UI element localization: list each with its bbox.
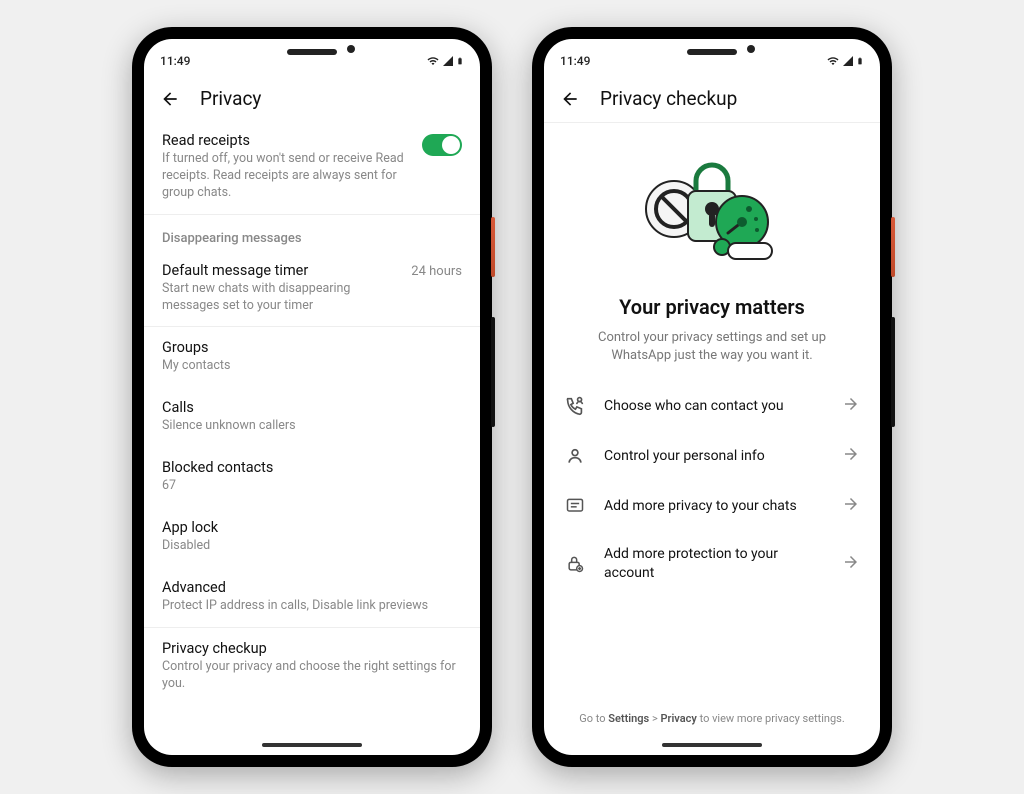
calls-sub: Silence unknown callers bbox=[162, 418, 462, 435]
setting-privacy-checkup[interactable]: Privacy checkup Control your privacy and… bbox=[144, 628, 480, 705]
calls-title: Calls bbox=[162, 399, 462, 416]
status-icons bbox=[826, 54, 864, 68]
groups-title: Groups bbox=[162, 339, 462, 356]
phone-privacy-settings: 11:49 Privacy Read receipts If turned of… bbox=[132, 27, 492, 767]
advanced-sub: Protect IP address in calls, Disable lin… bbox=[162, 598, 462, 615]
read-receipts-sub: If turned off, you won't send or receive… bbox=[162, 151, 410, 202]
timer-title: Default message timer bbox=[162, 262, 399, 279]
status-bar: 11:49 bbox=[544, 45, 880, 77]
chat-icon bbox=[564, 495, 586, 517]
back-button[interactable] bbox=[560, 89, 580, 109]
battery-icon bbox=[856, 54, 864, 68]
arrow-right-icon bbox=[842, 445, 860, 467]
option-chat-privacy[interactable]: Add more privacy to your chats bbox=[544, 481, 880, 531]
status-time: 11:49 bbox=[160, 54, 190, 68]
arrow-back-icon bbox=[560, 89, 580, 109]
hero-subtitle: Control your privacy settings and set up… bbox=[574, 329, 850, 365]
section-disappearing: Disappearing messages bbox=[144, 215, 480, 250]
setting-calls[interactable]: Calls Silence unknown callers bbox=[144, 387, 480, 447]
blocked-sub: 67 bbox=[162, 478, 462, 495]
option-contact[interactable]: Choose who can contact you bbox=[544, 381, 880, 431]
back-button[interactable] bbox=[160, 89, 180, 109]
status-icons bbox=[426, 54, 464, 68]
option-contact-label: Choose who can contact you bbox=[604, 397, 824, 415]
checkup-title: Privacy checkup bbox=[162, 640, 462, 657]
arrow-right-icon bbox=[842, 395, 860, 417]
groups-sub: My contacts bbox=[162, 358, 462, 375]
option-personal-info[interactable]: Control your personal info bbox=[544, 431, 880, 481]
timer-value: 24 hours bbox=[411, 264, 462, 279]
phone-privacy-checkup: 11:49 Privacy checkup bbox=[532, 27, 892, 767]
app-bar: Privacy bbox=[144, 77, 480, 122]
footer-settings: Settings bbox=[608, 712, 649, 725]
lock-add-icon bbox=[564, 553, 586, 575]
setting-read-receipts[interactable]: Read receipts If turned off, you won't s… bbox=[144, 122, 480, 214]
power-button bbox=[891, 217, 895, 277]
phone-person-icon bbox=[564, 395, 586, 417]
footer-suffix: to view more privacy settings. bbox=[697, 712, 845, 725]
person-icon bbox=[564, 445, 586, 467]
status-time: 11:49 bbox=[560, 54, 590, 68]
setting-blocked[interactable]: Blocked contacts 67 bbox=[144, 447, 480, 507]
advanced-title: Advanced bbox=[162, 579, 462, 596]
signal-icon bbox=[842, 55, 854, 67]
timer-sub: Start new chats with disappearing messag… bbox=[162, 281, 399, 315]
setting-groups[interactable]: Groups My contacts bbox=[144, 327, 480, 387]
blocked-title: Blocked contacts bbox=[162, 459, 462, 476]
signal-icon bbox=[442, 55, 454, 67]
app-bar: Privacy checkup bbox=[544, 77, 880, 122]
footer-prefix: Go to bbox=[579, 712, 608, 725]
nav-handle bbox=[262, 743, 362, 747]
setting-default-timer[interactable]: Default message timer Start new chats wi… bbox=[144, 250, 480, 327]
power-button bbox=[491, 217, 495, 277]
arrow-back-icon bbox=[160, 89, 180, 109]
volume-button bbox=[891, 317, 895, 427]
footer-privacy: Privacy bbox=[660, 712, 696, 725]
read-receipts-toggle[interactable] bbox=[422, 134, 462, 156]
page-title: Privacy checkup bbox=[600, 87, 737, 110]
option-chats-label: Add more privacy to your chats bbox=[604, 497, 824, 515]
setting-applock[interactable]: App lock Disabled bbox=[144, 507, 480, 567]
read-receipts-title: Read receipts bbox=[162, 132, 410, 149]
setting-advanced[interactable]: Advanced Protect IP address in calls, Di… bbox=[144, 567, 480, 627]
applock-sub: Disabled bbox=[162, 538, 462, 555]
option-info-label: Control your personal info bbox=[604, 447, 824, 465]
option-account-protection[interactable]: Add more protection to your account bbox=[544, 531, 880, 595]
checkup-sub: Control your privacy and choose the righ… bbox=[162, 659, 462, 693]
option-account-label: Add more protection to your account bbox=[604, 545, 824, 581]
hero-title: Your privacy matters bbox=[574, 295, 850, 319]
footer-sep: > bbox=[649, 712, 660, 725]
privacy-illustration bbox=[632, 147, 792, 277]
arrow-right-icon bbox=[842, 495, 860, 517]
volume-button bbox=[491, 317, 495, 427]
nav-handle bbox=[662, 743, 762, 747]
status-bar: 11:49 bbox=[144, 45, 480, 77]
arrow-right-icon bbox=[842, 553, 860, 575]
checkup-hero: Your privacy matters Control your privac… bbox=[544, 123, 880, 381]
applock-title: App lock bbox=[162, 519, 462, 536]
page-title: Privacy bbox=[200, 87, 261, 110]
wifi-icon bbox=[426, 55, 440, 67]
battery-icon bbox=[456, 54, 464, 68]
wifi-icon bbox=[826, 55, 840, 67]
